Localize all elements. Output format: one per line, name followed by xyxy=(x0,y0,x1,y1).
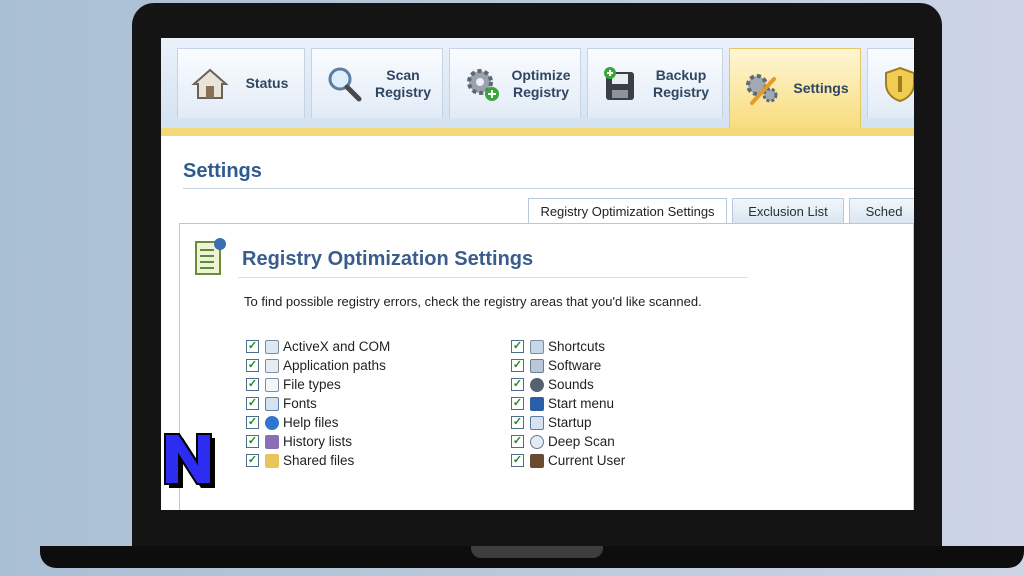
option-label: Sounds xyxy=(548,377,594,392)
main-toolbar: Status Scan Registry Optimize Registry B… xyxy=(161,38,914,136)
tab-backup-registry-label: Backup Registry xyxy=(652,66,710,100)
checkbox[interactable]: ✓ xyxy=(246,454,259,467)
instructions-text: To find possible registry errors, check … xyxy=(244,294,702,309)
option-start-menu[interactable]: ✓ Start menu xyxy=(511,394,625,413)
option-label: Fonts xyxy=(283,396,317,411)
section-title: Registry Optimization Settings xyxy=(242,248,534,270)
software-icon xyxy=(530,358,544,373)
tab-optimize-registry-label: Optimize Registry xyxy=(511,66,571,100)
option-startup[interactable]: ✓ Startup xyxy=(511,413,625,432)
monitor-icon xyxy=(530,396,544,411)
tab-status[interactable]: Status xyxy=(177,48,305,118)
checkbox[interactable]: ✓ xyxy=(511,416,524,429)
tab-settings-label: Settings xyxy=(793,80,849,96)
option-activex-and-com[interactable]: ✓ ActiveX and COM xyxy=(246,337,390,356)
tab-scan-registry-label: Scan Registry xyxy=(374,66,432,100)
history-icon xyxy=(265,434,279,449)
shortcut-icon xyxy=(530,339,544,354)
option-label: Help files xyxy=(283,415,339,430)
tab-optimize-registry[interactable]: Optimize Registry xyxy=(449,48,581,118)
options-list-right: ✓ Shortcuts ✓ Software ✓ Sounds ✓ Start menu… xyxy=(511,337,625,470)
user-icon xyxy=(530,453,544,468)
checkbox[interactable]: ✓ xyxy=(511,378,524,391)
option-history-lists[interactable]: ✓ History lists xyxy=(246,432,390,451)
option-shortcuts[interactable]: ✓ Shortcuts xyxy=(511,337,625,356)
option-label: Shared files xyxy=(283,453,355,468)
tab-backup-registry[interactable]: Backup Registry xyxy=(587,48,723,118)
checkbox[interactable]: ✓ xyxy=(246,378,259,391)
option-application-paths[interactable]: ✓ Application paths xyxy=(246,356,390,375)
n-logo-icon xyxy=(164,433,215,488)
laptop-notch xyxy=(471,546,603,558)
checkbox[interactable]: ✓ xyxy=(246,359,259,372)
option-label: Software xyxy=(548,358,602,373)
tab-settings[interactable]: Settings xyxy=(729,48,861,128)
option-label: File types xyxy=(283,377,341,392)
settings-panel: Registry Optimization Settings To find p… xyxy=(179,223,914,510)
divider xyxy=(183,188,914,189)
magnifier-icon xyxy=(328,67,362,101)
window-icon xyxy=(265,358,279,373)
option-label: Startup xyxy=(548,415,592,430)
gear-plus-icon xyxy=(467,68,499,101)
option-label: Current User xyxy=(548,453,626,468)
tab-scan-registry[interactable]: Scan Registry xyxy=(311,48,443,118)
section-divider xyxy=(238,277,748,278)
option-label: Deep Scan xyxy=(548,434,615,449)
file-icon xyxy=(265,377,279,392)
checkbox[interactable]: ✓ xyxy=(511,397,524,410)
help-icon xyxy=(265,415,279,430)
option-deep-scan[interactable]: ✓ Deep Scan xyxy=(511,432,625,451)
option-label: History lists xyxy=(283,434,353,449)
font-icon xyxy=(265,396,279,411)
subtab-registry-optimization-settings[interactable]: Registry Optimization Settings xyxy=(528,198,727,223)
checkbox[interactable]: ✓ xyxy=(246,416,259,429)
page-title: Settings xyxy=(183,160,262,182)
house-icon xyxy=(191,68,229,99)
option-label: Application paths xyxy=(283,358,386,373)
floppy-disk-icon xyxy=(604,66,634,100)
gears-wrench-icon xyxy=(746,73,778,105)
option-shared-files[interactable]: ✓ Shared files xyxy=(246,451,390,470)
subtab-schedule[interactable]: Sched xyxy=(849,198,914,223)
option-file-types[interactable]: ✓ File types xyxy=(246,375,390,394)
checkbox[interactable]: ✓ xyxy=(511,359,524,372)
option-help-files[interactable]: ✓ Help files xyxy=(246,413,390,432)
checkbox[interactable]: ✓ xyxy=(511,340,524,353)
options-list-left: ✓ ActiveX and COM ✓ Application paths ✓ Fil… xyxy=(246,337,390,470)
option-software[interactable]: ✓ Software xyxy=(511,356,625,375)
option-label: ActiveX and COM xyxy=(283,339,391,354)
option-current-user[interactable]: ✓ Current User xyxy=(511,451,625,470)
document-icon xyxy=(265,339,279,354)
checkbox[interactable]: ✓ xyxy=(246,435,259,448)
checkbox[interactable]: ✓ xyxy=(511,454,524,467)
checkbox[interactable]: ✓ xyxy=(511,435,524,448)
speaker-icon xyxy=(530,377,544,392)
option-fonts[interactable]: ✓ Fonts xyxy=(246,394,390,413)
shield-key-icon xyxy=(885,66,914,102)
folder-icon xyxy=(265,453,279,468)
checklist-icon xyxy=(195,238,226,275)
option-label: Shortcuts xyxy=(548,339,606,354)
option-label: Start menu xyxy=(548,396,615,411)
app-window: Status Scan Registry Optimize Registry B… xyxy=(161,38,914,510)
tab-status-label: Status xyxy=(245,75,289,91)
checkbox[interactable]: ✓ xyxy=(246,397,259,410)
subtab-exclusion-list[interactable]: Exclusion List xyxy=(732,198,844,223)
startup-icon xyxy=(530,415,544,430)
tab-shield[interactable] xyxy=(867,48,914,118)
magnifier-icon xyxy=(530,434,544,449)
option-sounds[interactable]: ✓ Sounds xyxy=(511,375,625,394)
checkbox[interactable]: ✓ xyxy=(246,340,259,353)
